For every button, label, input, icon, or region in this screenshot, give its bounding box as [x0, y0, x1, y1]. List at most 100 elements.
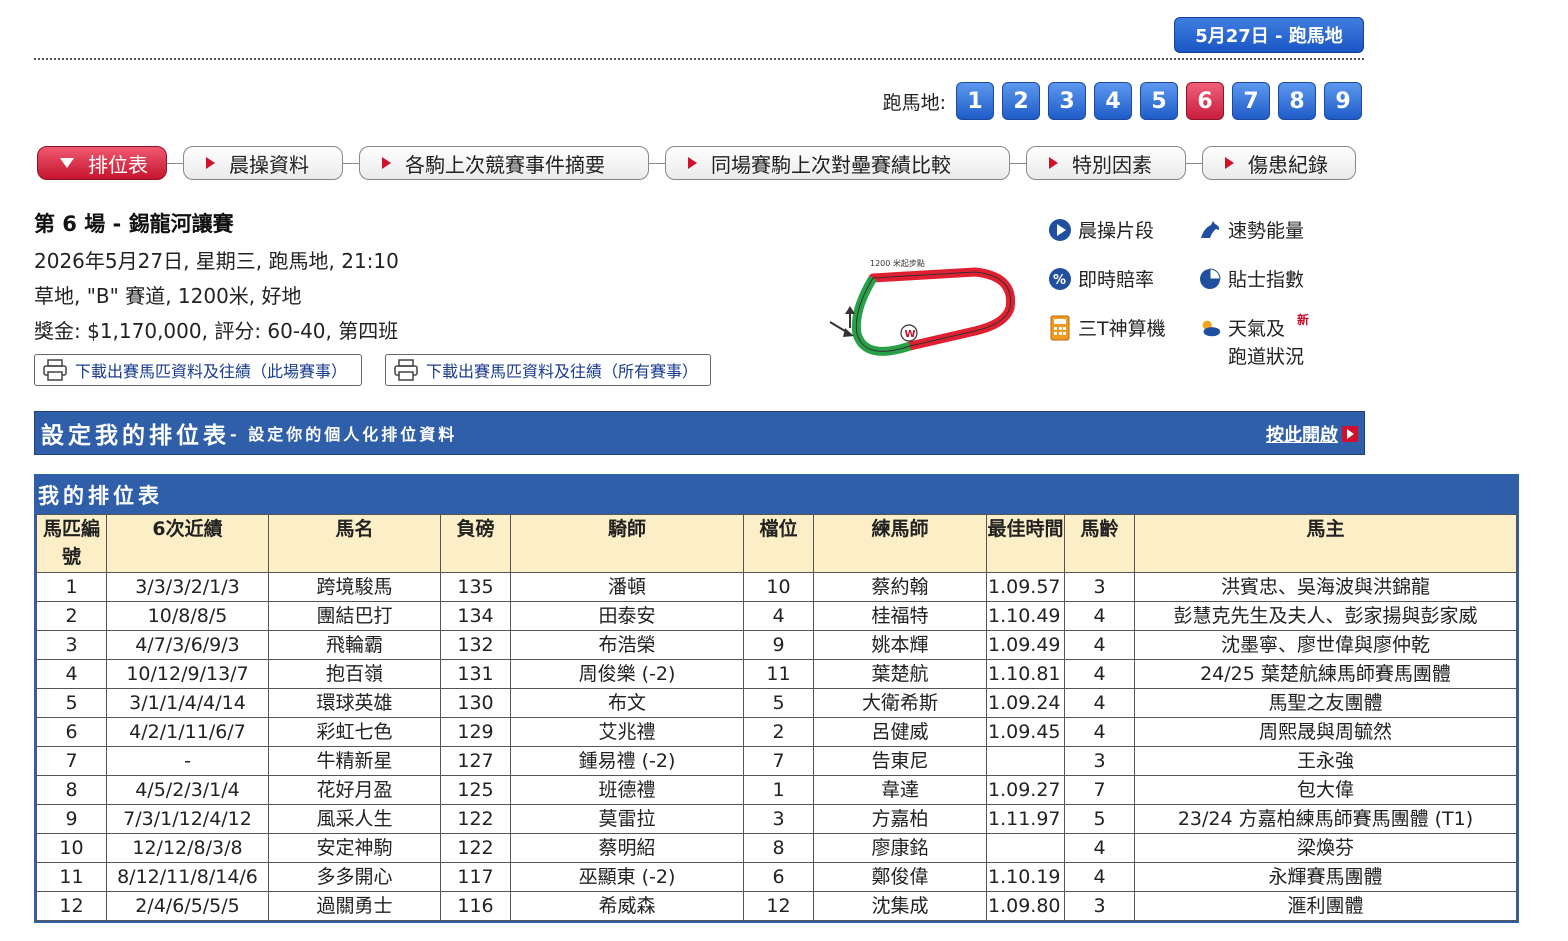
table-cell[interactable]: 彩虹七色 [268, 717, 441, 747]
open-config-link[interactable]: 按此開啟 [1266, 421, 1358, 447]
table-cell[interactable]: 鄭俊偉 [813, 862, 987, 892]
date-venue-button[interactable]: 5月27日 - 跑馬地 [1174, 17, 1364, 53]
table-cell[interactable]: 葉楚航 [813, 659, 987, 689]
weather-track-link-line2[interactable]: 跑道狀況 [1228, 342, 1304, 369]
table-row[interactable]: 5 3/1/1/4/4/14 環球英雄 130 布文 5 大衛希斯 1.09.24 4 馬聖之友團… [36, 688, 1517, 718]
weather-track-link[interactable]: 天氣及 [1198, 314, 1285, 341]
race-button-7[interactable]: 7 [1232, 82, 1270, 120]
race-button-4[interactable]: 4 [1094, 82, 1132, 120]
table-row[interactable]: 1 3/3/3/2/1/3 跨境駿馬 135 潘頓 10 蔡約翰 1.09.57 3 洪賓忠、吳海… [36, 572, 1517, 602]
column-header[interactable]: 馬名 [268, 514, 441, 573]
table-cell[interactable]: 班德禮 [510, 775, 744, 805]
table-row[interactable]: 2 10/8/8/5 團結巴打 134 田泰安 4 桂福特 1.10.49 4 彭慧克先生及夫人、… [36, 601, 1517, 631]
table-cell: 4/5/2/3/1/4 [106, 775, 269, 805]
trackwork-video-link[interactable]: 晨操片段 [1048, 216, 1154, 243]
table-cell: 3 [1064, 891, 1135, 921]
tab-label: 特別因素 [1072, 152, 1152, 177]
tips-index-link[interactable]: 貼士指數 [1198, 265, 1304, 292]
table-cell[interactable]: 告東尼 [813, 746, 987, 776]
table-cell: 10 [743, 572, 814, 602]
table-cell[interactable]: 蔡約翰 [813, 572, 987, 602]
table-cell[interactable]: 環球英雄 [268, 688, 441, 718]
table-row[interactable]: 7- 牛精新星 127 鍾易禮 (-2) 7 告東尼 3 王永強 [36, 746, 1517, 776]
column-header[interactable]: 騎師 [510, 514, 744, 573]
table-cell[interactable]: 莫雷拉 [510, 804, 744, 834]
table-cell[interactable]: 沈集成 [813, 891, 987, 921]
pie-chart-icon [1198, 267, 1222, 291]
table-cell[interactable]: 牛精新星 [268, 746, 441, 776]
tab-5[interactable]: 傷患紀錄 [1202, 146, 1356, 180]
table-cell[interactable]: 風采人生 [268, 804, 441, 834]
table-cell[interactable]: 巫顯東 (-2) [510, 862, 744, 892]
column-header[interactable]: 馬齡 [1064, 514, 1135, 573]
table-cell: 4/2/1/11/6/7 [106, 717, 269, 747]
tab-1[interactable]: 晨操資料 [183, 146, 343, 180]
race-button-2[interactable]: 2 [1002, 82, 1040, 120]
table-cell[interactable]: 廖康銘 [813, 833, 987, 863]
table-cell[interactable]: 田泰安 [510, 601, 744, 631]
table-cell[interactable]: 鍾易禮 (-2) [510, 746, 744, 776]
table-cell[interactable]: 方嘉柏 [813, 804, 987, 834]
table-cell[interactable]: 抱百嶺 [268, 659, 441, 689]
table-cell[interactable]: 跨境駿馬 [268, 572, 441, 602]
column-header[interactable]: 練馬師 [813, 514, 987, 573]
table-row[interactable]: 12 2/4/6/5/5/5 過關勇士 116 希威森 12 沈集成 1.09.80 3 滙利團體 [36, 891, 1517, 921]
race-button-3[interactable]: 3 [1048, 82, 1086, 120]
race-button-6[interactable]: 6 [1186, 82, 1224, 120]
tab-connector [167, 162, 183, 164]
table-row[interactable]: 9 7/3/1/12/4/12 風采人生 122 莫雷拉 3 方嘉柏 1.11.97 5 23/2… [36, 804, 1517, 834]
race-button-1[interactable]: 1 [956, 82, 994, 120]
column-header[interactable]: 馬主 [1134, 514, 1517, 573]
table-row[interactable]: 8 4/5/2/3/1/4 花好月盈 125 班德禮 1 韋達 1.09.27 7 包大偉 [36, 775, 1517, 805]
table-cell[interactable]: 安定神駒 [268, 833, 441, 863]
table-cell: 3/1/1/4/4/14 [106, 688, 269, 718]
column-header[interactable]: 6次近績 [106, 514, 269, 573]
table-row[interactable]: 3 4/7/3/6/9/3 飛輪霸 132 布浩榮 9 姚本輝 1.09.49 4 沈墨寧、廖世偉… [36, 630, 1517, 660]
table-cell[interactable]: 蔡明紹 [510, 833, 744, 863]
table-cell[interactable]: 桂福特 [813, 601, 987, 631]
table-cell[interactable]: 韋達 [813, 775, 987, 805]
table-cell: 4 [1064, 630, 1135, 660]
table-cell[interactable]: 呂健威 [813, 717, 987, 747]
column-header[interactable]: 最佳時間 [986, 514, 1065, 573]
tab-3[interactable]: 同場賽駒上次對壘賽績比較 [665, 146, 1010, 180]
speed-pro-link[interactable]: 速勢能量 [1198, 216, 1304, 243]
table-cell[interactable]: 希威森 [510, 891, 744, 921]
printer-icon [43, 359, 67, 381]
table-cell: 7 [1064, 775, 1135, 805]
table-cell[interactable]: 團結巴打 [268, 601, 441, 631]
live-odds-link[interactable]: % 即時賠率 [1048, 265, 1154, 292]
table-cell[interactable]: 周俊樂 (-2) [510, 659, 744, 689]
table-cell[interactable]: 大衛希斯 [813, 688, 987, 718]
table-row[interactable]: 4 10/12/9/13/7 抱百嶺 131 周俊樂 (-2) 11 葉楚航 1.10.81 4… [36, 659, 1517, 689]
table-row[interactable]: 10 12/12/8/3/8 安定神駒 122 蔡明紹 8 廖康銘 4 梁煥芬 [36, 833, 1517, 863]
tab-connector [649, 162, 665, 164]
table-cell[interactable]: 飛輪霸 [268, 630, 441, 660]
calculator-link[interactable]: 三T神算機 [1048, 314, 1166, 341]
table-cell[interactable]: 艾兆禮 [510, 717, 744, 747]
table-row[interactable]: 11 8/12/11/8/14/6 多多開心 117 巫顯東 (-2) 6 鄭俊偉 1.10.… [36, 862, 1517, 892]
table-cell[interactable]: 姚本輝 [813, 630, 987, 660]
download-this-race-button[interactable]: 下載出賽馬匹資料及往績（此場賽事） [34, 354, 362, 386]
race-button-8[interactable]: 8 [1278, 82, 1316, 120]
tab-0[interactable]: 排位表 [37, 146, 167, 180]
table-cell[interactable]: 花好月盈 [268, 775, 441, 805]
column-header[interactable]: 馬匹編號 [36, 514, 107, 573]
table-row[interactable]: 6 4/2/1/11/6/7 彩虹七色 129 艾兆禮 2 呂健威 1.09.45 4 周熙晟與周… [36, 717, 1517, 747]
race-button-9[interactable]: 9 [1324, 82, 1362, 120]
tab-2[interactable]: 各駒上次競賽事件摘要 [359, 146, 649, 180]
table-cell[interactable]: 布文 [510, 688, 744, 718]
table-cell[interactable]: 過關勇士 [268, 891, 441, 921]
column-header[interactable]: 負磅 [440, 514, 511, 573]
download-all-races-button[interactable]: 下載出賽馬匹資料及往績（所有賽事） [385, 354, 711, 386]
column-header[interactable]: 檔位 [743, 514, 814, 573]
configure-racecard-bar: 設定我的排位表 - 設定你的個人化排位資料 按此開啟 [34, 411, 1365, 455]
weather-label-line2: 跑道狀況 [1228, 346, 1305, 368]
table-cell[interactable]: 潘頓 [510, 572, 744, 602]
table-cell: 3 [743, 804, 814, 834]
table-cell[interactable]: 多多開心 [268, 862, 441, 892]
tab-4[interactable]: 特別因素 [1026, 146, 1186, 180]
configure-title: 設定我的排位表 [41, 423, 230, 449]
table-cell[interactable]: 布浩榮 [510, 630, 744, 660]
race-button-5[interactable]: 5 [1140, 82, 1178, 120]
